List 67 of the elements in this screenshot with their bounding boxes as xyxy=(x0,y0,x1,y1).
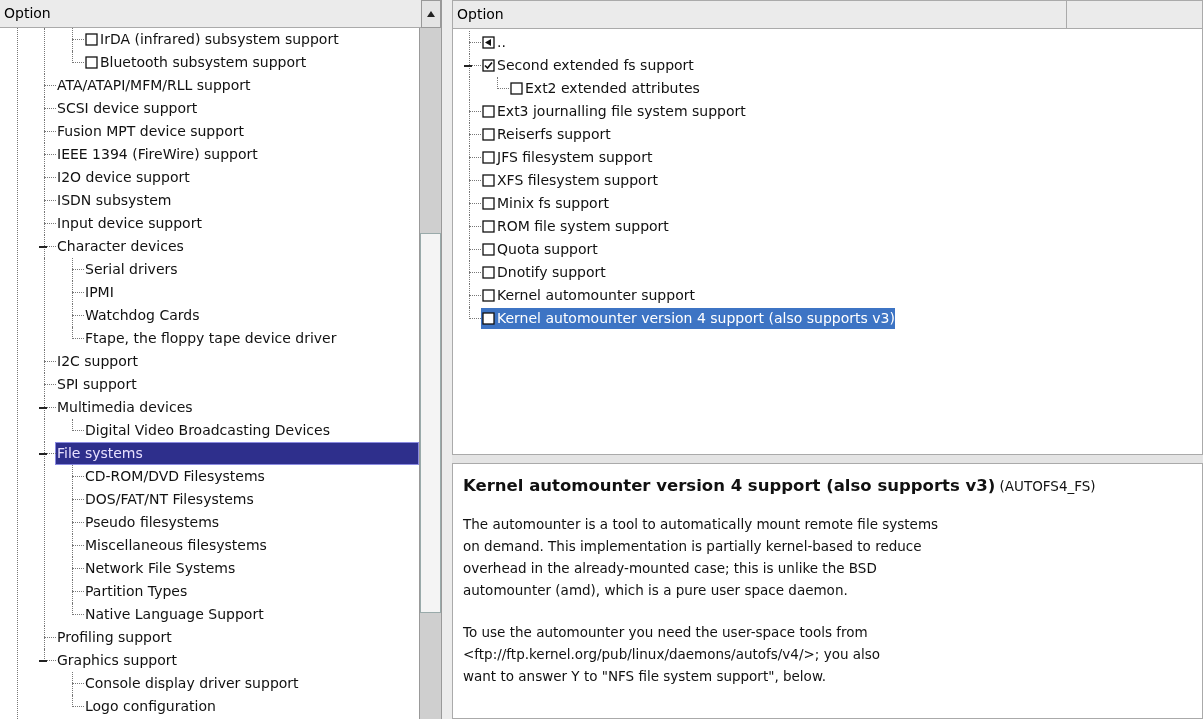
tree-item[interactable]: Console display driver support xyxy=(84,673,299,694)
tree-item[interactable]: SPI support xyxy=(56,374,418,395)
tree-item[interactable]: Network File Systems xyxy=(84,558,236,579)
checkbox[interactable] xyxy=(482,174,495,187)
tree-item[interactable]: Input device support xyxy=(56,213,418,234)
checkbox[interactable] xyxy=(482,243,495,256)
tree-item[interactable]: DOS/FAT/NT Filesystems xyxy=(84,489,254,510)
tree-item[interactable]: JFS filesystem support xyxy=(481,147,653,168)
help-paragraph: To use the automounter you need the user-space tools from <ftp://ftp.kernel.org/pub/linux/daemons/autofs/v4/>; you also want to answer Y to "NFS file system support", below. xyxy=(463,622,882,686)
scrollbar[interactable] xyxy=(419,28,441,719)
tree-item[interactable]: Kernel automounter version 4 support (also supports v3) xyxy=(481,308,895,329)
checkbox[interactable] xyxy=(482,128,495,141)
tree-item[interactable]: ROM file system support xyxy=(481,216,669,237)
tree-item[interactable]: Reiserfs support xyxy=(481,124,611,145)
tree-item[interactable]: IEEE 1394 (FireWire) support xyxy=(56,144,418,165)
tree-item[interactable]: .. xyxy=(481,32,506,53)
tree-item[interactable]: Ext2 extended attributes xyxy=(509,78,700,99)
tree-item[interactable]: XFS filesystem support xyxy=(481,170,658,191)
checkbox[interactable] xyxy=(482,312,495,325)
tree-item[interactable]: Profiling support xyxy=(56,627,418,648)
tree-item[interactable]: Watchdog Cards xyxy=(84,305,200,326)
checkbox[interactable] xyxy=(510,82,523,95)
config-symbol: (AUTOFS4_FS) xyxy=(999,478,1096,494)
tree-item[interactable]: I2O device support xyxy=(56,167,418,188)
scroll-up-button[interactable] xyxy=(421,0,441,28)
tree-item[interactable]: Ftape, the floppy tape device driver xyxy=(84,328,337,349)
checkbox[interactable] xyxy=(482,220,495,233)
tree-item[interactable]: Logo configuration xyxy=(84,696,216,717)
tree-item[interactable]: I2C support xyxy=(56,351,418,372)
tree-item[interactable]: Second extended fs support xyxy=(481,55,694,76)
tree-item[interactable]: ATA/ATAPI/MFM/RLL support xyxy=(56,75,418,96)
checkbox[interactable] xyxy=(482,197,495,210)
tree-item[interactable]: IPMI xyxy=(84,282,114,303)
up-arrow-icon xyxy=(427,11,435,17)
tree-item[interactable]: IrDA (infrared) subsystem support xyxy=(84,29,339,50)
tree-item[interactable]: CD-ROM/DVD Filesystems xyxy=(84,466,265,487)
tree-item[interactable]: Dnotify support xyxy=(481,262,606,283)
tree-item[interactable]: Pseudo filesystems xyxy=(84,512,220,533)
tree-item[interactable]: Kernel automounter support xyxy=(481,285,695,306)
tree-item[interactable]: File systems xyxy=(56,443,418,464)
checkbox[interactable] xyxy=(482,266,495,279)
tree-item[interactable]: Fusion MPT device support xyxy=(56,121,418,142)
checkbox[interactable] xyxy=(85,56,98,69)
checkbox[interactable] xyxy=(482,289,495,302)
tree-item[interactable]: Character devices xyxy=(56,236,418,257)
tree-item[interactable]: ISDN subsystem xyxy=(56,190,418,211)
checked-checkbox[interactable] xyxy=(482,59,495,72)
tree-item[interactable]: Miscellaneous filesystems xyxy=(84,535,267,556)
help-title: Kernel automounter version 4 support (also supports v3) xyxy=(463,476,996,495)
tree-item[interactable]: Partition Types xyxy=(84,581,188,602)
help-paragraph: The automounter is a tool to automatically mount remote file systems on demand. This implementation is partially kernel-based to reduce overhead in the already-mounted case; this is unlike the BSD automounter (amd), which is a pure user space daemon. xyxy=(463,514,940,600)
tree-item[interactable]: Serial drivers xyxy=(84,259,178,280)
tree-item[interactable]: Digital Video Broadcasting Devices xyxy=(84,420,330,441)
checkbox[interactable] xyxy=(85,33,98,46)
tree-item[interactable]: Bluetooth subsystem support xyxy=(84,52,307,73)
checkbox[interactable] xyxy=(482,105,495,118)
tree-item[interactable]: Multimedia devices xyxy=(56,397,418,418)
column-header[interactable]: Option xyxy=(0,0,421,28)
splitter-handle[interactable] xyxy=(452,455,1203,463)
tree-item[interactable]: Native Language Support xyxy=(84,604,264,625)
tree-item[interactable]: SCSI device support xyxy=(56,98,418,119)
scrollbar-thumb[interactable] xyxy=(420,233,441,613)
tree-item[interactable]: Ext3 journalling file system support xyxy=(481,101,746,122)
tree-item[interactable]: Minix fs support xyxy=(481,193,609,214)
checkbox[interactable] xyxy=(482,151,495,164)
tree-item[interactable]: Graphics support xyxy=(56,650,418,671)
tree-item[interactable]: Quota support xyxy=(481,239,598,260)
